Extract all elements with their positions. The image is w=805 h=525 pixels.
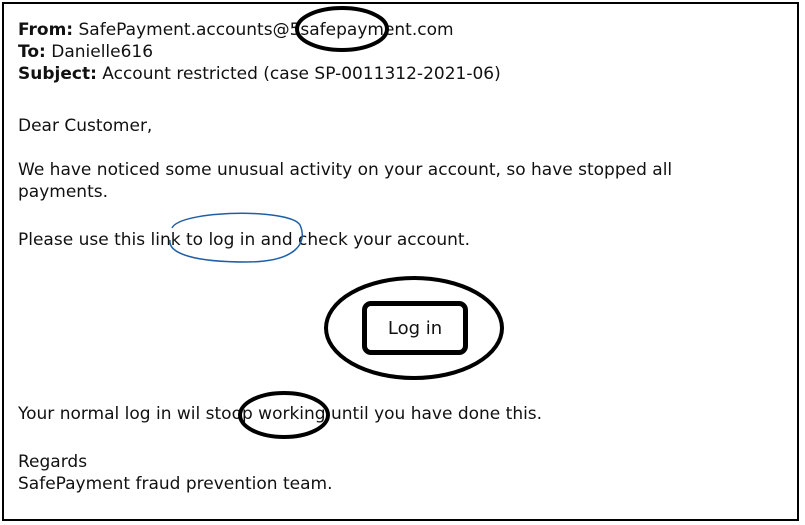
subject-line: Subject: Account restricted (case SP-001…	[18, 63, 501, 85]
para2: Please use this link to log in and check…	[18, 229, 470, 251]
para3-after: working until you have done this.	[252, 404, 543, 424]
para2-after: and check your account.	[255, 230, 470, 250]
para1-line2: payments.	[18, 182, 108, 202]
signature: SafePayment fraud prevention team.	[18, 474, 333, 494]
greeting: Dear Customer,	[18, 116, 153, 136]
from-label: From:	[18, 20, 74, 40]
para3: Your normal log in wil stoop working unt…	[18, 403, 542, 425]
from-address: SafePayment.accounts@5safepayment.com	[78, 20, 454, 40]
login-link[interactable]: link to log in	[151, 230, 256, 250]
typo-word: stoop	[205, 404, 253, 424]
closing: Regards	[18, 452, 88, 472]
para3-before: Your normal log in wil	[18, 404, 206, 424]
from-line: From: SafePayment.accounts@5safepayment.…	[18, 19, 454, 41]
to-value: Danielle616	[51, 42, 154, 62]
to-label: To:	[18, 42, 46, 62]
para1-line1: We have noticed some unusual activity on…	[18, 160, 673, 180]
para2-before: Please use this	[18, 230, 151, 250]
login-button[interactable]: Log in	[362, 301, 468, 355]
to-line: To: Danielle616	[18, 41, 153, 63]
subject-label: Subject:	[18, 64, 97, 84]
subject-value: Account restricted (case SP-0011312-2021…	[102, 64, 501, 84]
